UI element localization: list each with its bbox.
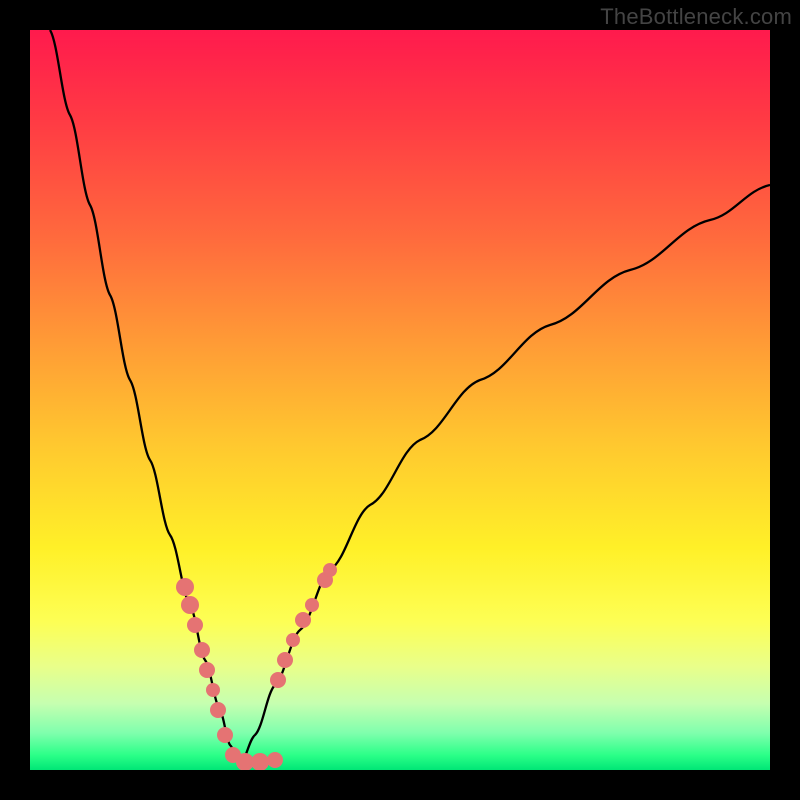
bead-dot bbox=[286, 633, 300, 647]
bead-dot bbox=[217, 727, 233, 743]
bead-dot bbox=[305, 598, 319, 612]
bead-dot bbox=[295, 612, 311, 628]
bead-dot bbox=[206, 683, 220, 697]
bead-dot bbox=[210, 702, 226, 718]
bead-dot bbox=[181, 596, 199, 614]
bead-dot bbox=[323, 563, 337, 577]
bead-dot bbox=[194, 642, 210, 658]
bead-dot bbox=[176, 578, 194, 596]
bead-dot bbox=[199, 662, 215, 678]
bead-dot bbox=[267, 752, 283, 768]
bead-group bbox=[176, 563, 337, 770]
right-branch-curve bbox=[240, 185, 770, 765]
bead-dot bbox=[270, 672, 286, 688]
chart-frame: TheBottleneck.com bbox=[0, 0, 800, 800]
curve-layer bbox=[30, 30, 770, 770]
bead-dot bbox=[251, 753, 269, 770]
left-branch-curve bbox=[50, 30, 240, 765]
watermark-text: TheBottleneck.com bbox=[600, 4, 792, 30]
bead-dot bbox=[277, 652, 293, 668]
bead-dot bbox=[187, 617, 203, 633]
plot-area bbox=[30, 30, 770, 770]
